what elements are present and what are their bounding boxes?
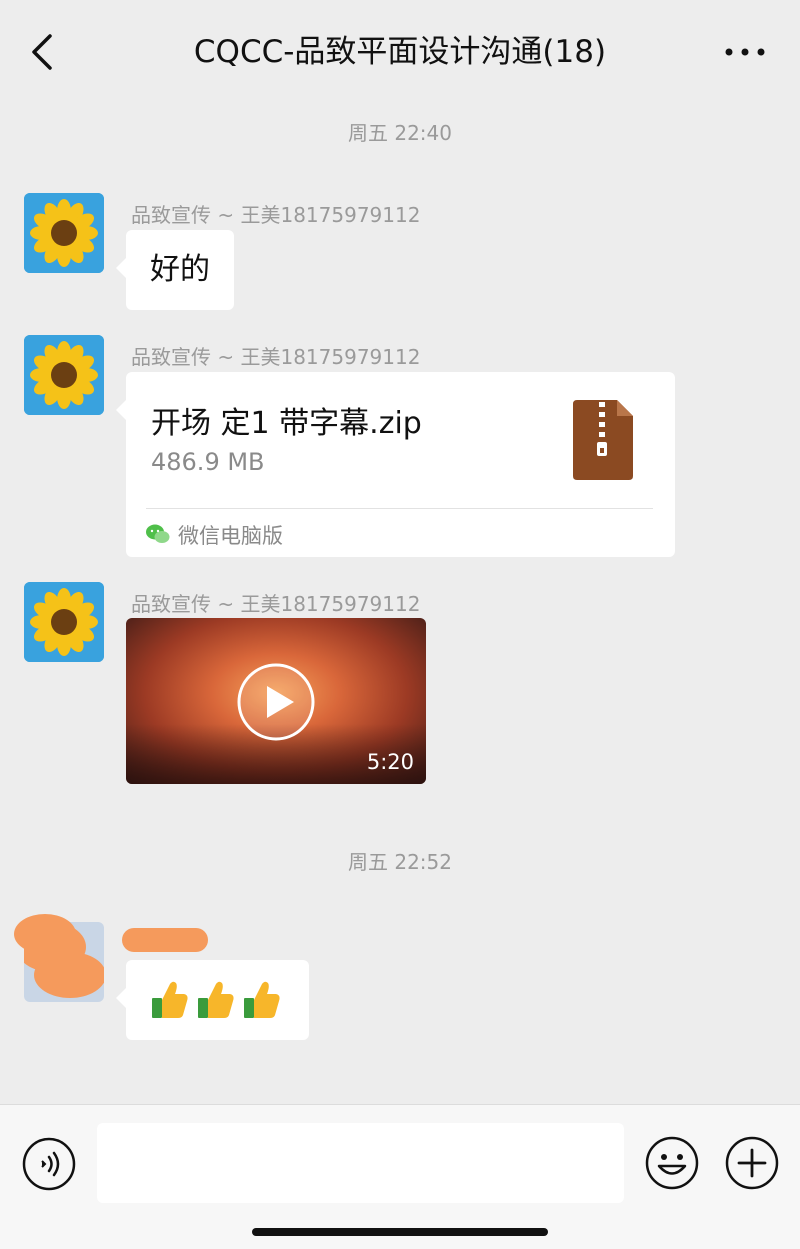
plus-icon: [725, 1136, 779, 1190]
emoji-icon: [645, 1136, 699, 1190]
emoji-row: [150, 978, 282, 1020]
redaction-mark: [122, 928, 208, 952]
avatar[interactable]: [24, 582, 104, 662]
text-message-bubble[interactable]: 好的: [116, 230, 234, 310]
avatar[interactable]: [24, 335, 104, 415]
message-timestamp: 周五 22:52: [348, 850, 452, 874]
sunflower-avatar-icon: [24, 193, 104, 273]
message-text: 好的: [150, 252, 210, 287]
emoji-message-bubble[interactable]: [116, 960, 309, 1040]
sunflower-avatar-icon: [24, 335, 104, 415]
wechat-icon: [146, 524, 170, 543]
message-input[interactable]: [97, 1123, 624, 1203]
home-indicator[interactable]: [252, 1228, 548, 1236]
redaction-mark: [34, 952, 104, 998]
sunflower-avatar-icon: [24, 582, 104, 662]
file-source-label: 微信电脑版: [178, 524, 283, 548]
more-button[interactable]: [720, 34, 770, 70]
chevron-left-icon: [32, 34, 52, 70]
video-duration: 5:20: [366, 750, 414, 774]
more-dots-icon: [725, 48, 765, 56]
chat-title: CQCC-品致平面设计沟通(18): [193, 34, 607, 70]
back-button[interactable]: [22, 28, 66, 76]
emoji-button[interactable]: [644, 1135, 700, 1191]
video-message-card[interactable]: 5:20: [126, 618, 426, 784]
file-size: 486.9 MB: [151, 448, 265, 476]
file-name: 开场 定1 带字幕.zip: [151, 406, 422, 441]
sender-name: 品致宣传 ~ 王美18175979112: [131, 592, 421, 616]
redaction-mark: [14, 914, 76, 954]
voice-icon: [22, 1137, 76, 1191]
play-icon[interactable]: [236, 662, 316, 742]
thumbs-up-icon: [152, 981, 188, 1018]
message-timestamp: 周五 22:40: [348, 121, 452, 145]
zip-file-icon: [573, 400, 633, 480]
file-message-card[interactable]: 开场 定1 带字幕.zip 486.9 MB 微信电脑版: [116, 372, 675, 557]
thumbs-up-icon: [198, 981, 234, 1018]
thumbs-up-icon: [244, 981, 280, 1018]
sender-name: 品致宣传 ~ 王美18175979112: [131, 345, 421, 369]
divider: [146, 508, 653, 509]
chat-header: CQCC-品致平面设计沟通(18): [0, 0, 800, 100]
sender-name: 品致宣传 ~ 王美18175979112: [131, 203, 421, 227]
avatar[interactable]: [24, 193, 104, 273]
more-functions-button[interactable]: [724, 1135, 780, 1191]
voice-button[interactable]: [22, 1137, 76, 1191]
